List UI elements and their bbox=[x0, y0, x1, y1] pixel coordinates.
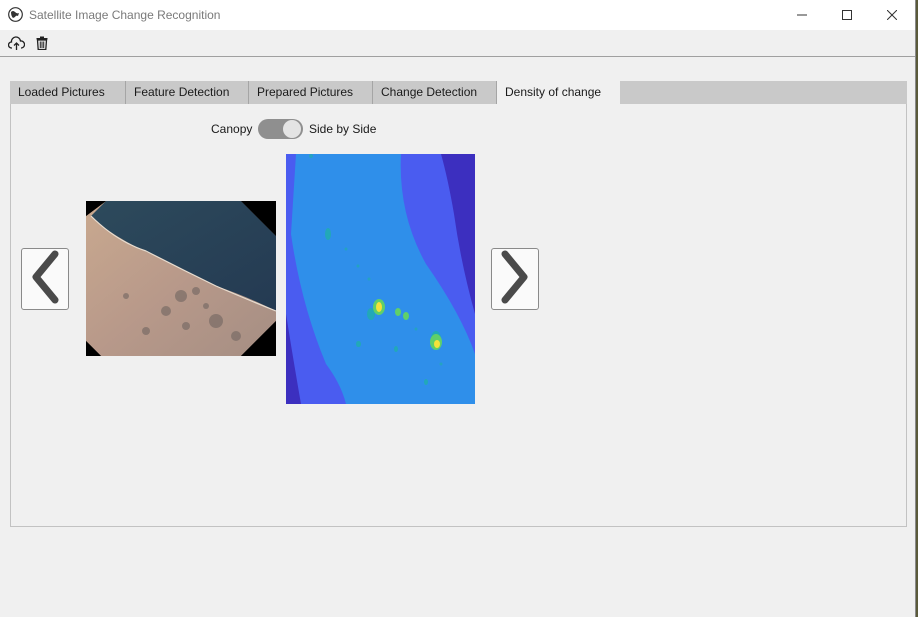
tab-strip: Loaded Pictures Feature Detection Prepar… bbox=[10, 81, 907, 105]
previous-image-button[interactable] bbox=[21, 248, 69, 310]
tab-prepared-pictures[interactable]: Prepared Pictures bbox=[249, 81, 373, 104]
next-image-button[interactable] bbox=[491, 248, 539, 310]
trash-icon[interactable] bbox=[33, 34, 51, 52]
toggle-label-canopy: Canopy bbox=[211, 122, 253, 136]
tab-density-of-change[interactable]: Density of change bbox=[497, 81, 621, 105]
satellite-image bbox=[86, 201, 276, 356]
close-button[interactable] bbox=[869, 0, 915, 30]
chevron-left-icon bbox=[28, 250, 62, 309]
app-window: Satellite Image Change Recognition Loade… bbox=[0, 0, 916, 617]
view-mode-toggle[interactable] bbox=[258, 119, 303, 139]
minimize-button[interactable] bbox=[779, 0, 825, 30]
chevron-right-icon bbox=[498, 250, 532, 309]
title-bar: Satellite Image Change Recognition bbox=[0, 0, 915, 30]
tab-loaded-pictures[interactable]: Loaded Pictures bbox=[10, 81, 126, 104]
tab-change-detection[interactable]: Change Detection bbox=[373, 81, 497, 104]
maximize-button[interactable] bbox=[824, 0, 870, 30]
toggle-label-side-by-side: Side by Side bbox=[309, 122, 377, 136]
app-logo-icon bbox=[8, 7, 23, 22]
toggle-knob bbox=[283, 120, 301, 138]
toolbar bbox=[0, 30, 915, 57]
cloud-upload-icon[interactable] bbox=[7, 34, 25, 52]
density-heatmap-image bbox=[286, 154, 475, 404]
window-title: Satellite Image Change Recognition bbox=[29, 8, 221, 22]
tab-feature-detection[interactable]: Feature Detection bbox=[126, 81, 249, 104]
